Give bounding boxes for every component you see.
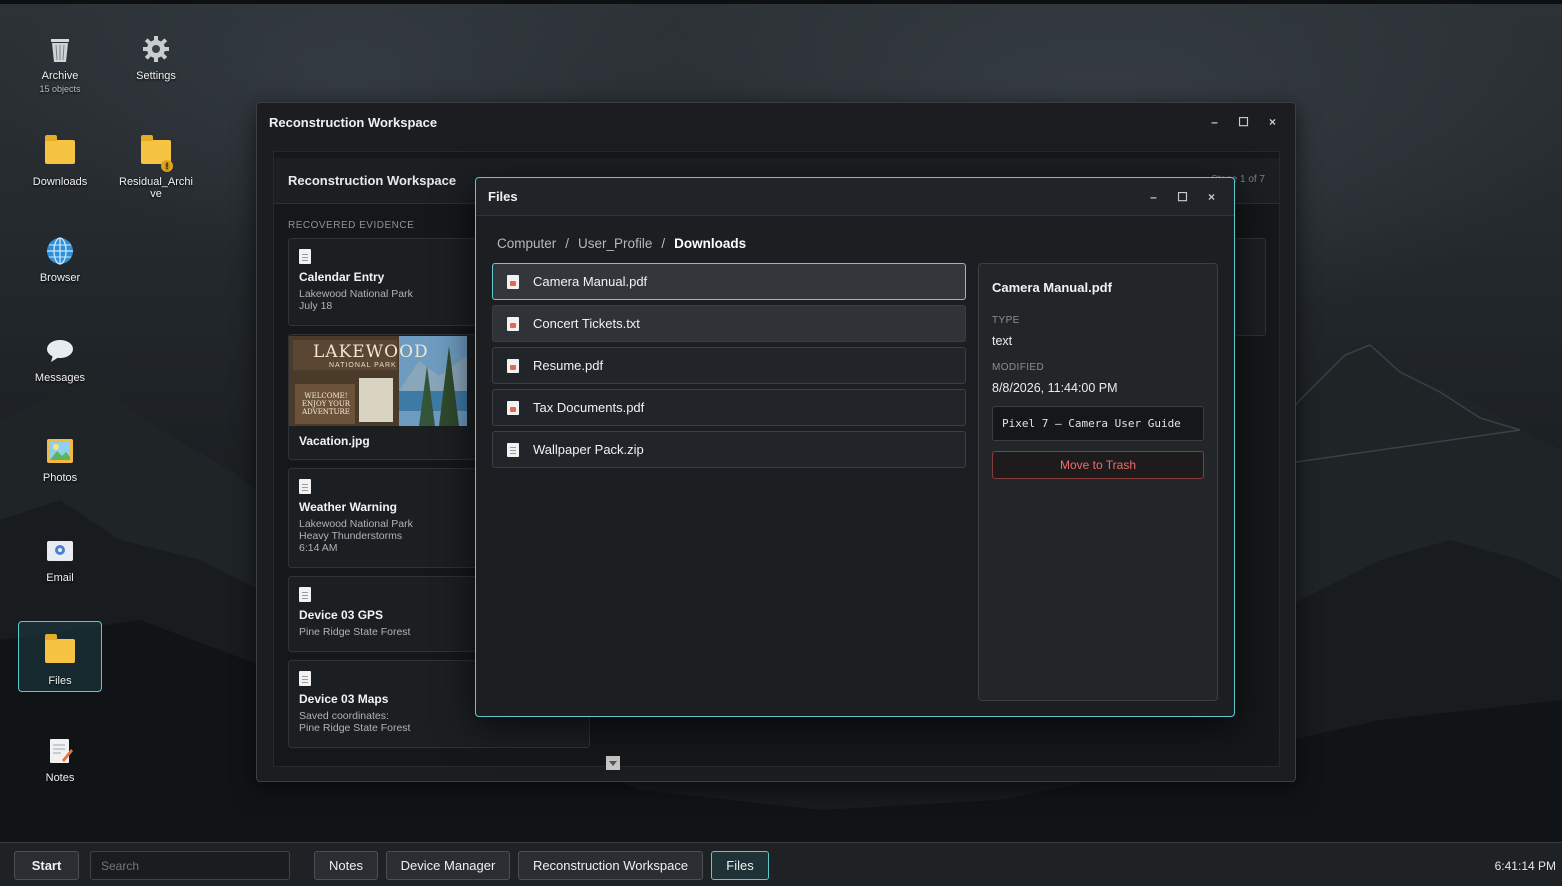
taskbar-app-device-manager[interactable]: Device Manager — [386, 851, 510, 880]
file-detail-panel: Camera Manual.pdf TYPE text MODIFIED 8/8… — [978, 263, 1218, 701]
desktop-icon-photos[interactable]: Photos — [18, 436, 102, 484]
files-window[interactable]: Files – ☐ × Computer / User_Profile / Downlo… — [475, 177, 1235, 717]
desktop-icon-notes[interactable]: Notes — [18, 736, 102, 784]
detail-modified-label: MODIFIED — [992, 362, 1045, 373]
document-icon — [299, 671, 311, 686]
taskbar-search-input[interactable] — [90, 851, 290, 880]
folder-icon — [45, 634, 75, 669]
desktop-icon-label: Archive — [41, 70, 79, 82]
pdf-file-icon — [507, 316, 519, 331]
trash-bin-icon — [45, 34, 75, 64]
photo-sign-text: LAKEWOOD — [313, 342, 429, 362]
close-button[interactable]: × — [1258, 115, 1287, 129]
file-item-concert-tickets[interactable]: Concert Tickets.txt — [492, 305, 966, 342]
window-titlebar[interactable]: Reconstruction Workspace – ☐ × — [257, 103, 1295, 141]
pdf-file-icon — [507, 274, 519, 289]
desktop-icon-label: Email — [46, 572, 74, 584]
taskbar-clock: 6:41:14 PM — [1494, 859, 1556, 873]
photo-welcome-text: WELCOME! ENJOY YOUR ADVENTURE — [301, 392, 351, 416]
photo-sign-subtext: NATIONAL PARK — [329, 362, 397, 369]
file-list: Camera Manual.pdf Concert Tickets.txt Re… — [492, 263, 966, 473]
start-button[interactable]: Start — [14, 851, 79, 880]
detail-type-label: TYPE — [992, 315, 1020, 326]
close-button[interactable]: × — [1197, 190, 1226, 204]
folder-icon — [45, 135, 75, 170]
desktop-icon-label: Files — [48, 675, 72, 687]
gear-icon — [141, 34, 171, 64]
vacation-photo: LAKEWOOD NATIONAL PARK WELCOME! ENJOY YO… — [289, 336, 467, 426]
desktop-icon-residual-archive[interactable]: ! Residual_Archive — [114, 135, 198, 200]
evidence-card-partial[interactable]: y — [1229, 238, 1266, 336]
taskbar: Start Notes Device Manager Reconstructio… — [0, 842, 1562, 886]
top-strip — [0, 0, 1562, 4]
file-name: Resume.pdf — [533, 358, 604, 373]
evidence-detail: Pine Ridge State Forest — [299, 722, 411, 734]
taskbar-app-files[interactable]: Files — [711, 851, 769, 880]
desktop-icon-archive[interactable]: Archive 15 objects — [18, 34, 102, 94]
desktop-icon-label: Residual_Archive — [119, 176, 193, 200]
desktop: Archive 15 objects Settings Downloads ! … — [0, 0, 1562, 842]
breadcrumb-item[interactable]: Computer — [497, 236, 556, 251]
move-to-trash-button[interactable]: Move to Trash — [992, 451, 1204, 479]
desktop-icon-label: Settings — [136, 70, 176, 82]
desktop-icon-messages[interactable]: Messages — [18, 336, 102, 384]
minimize-button[interactable]: – — [1139, 190, 1168, 204]
desktop-icon-label: Photos — [42, 472, 78, 484]
desktop-icon-label: Notes — [45, 772, 75, 784]
email-icon — [45, 536, 75, 566]
file-item-camera-manual[interactable]: Camera Manual.pdf — [492, 263, 966, 300]
workspace-title: Reconstruction Workspace — [288, 173, 457, 188]
window-title: Reconstruction Workspace — [269, 114, 438, 130]
maximize-button[interactable]: ☐ — [1168, 190, 1197, 204]
desktop-icon-sublabel: 15 objects — [39, 84, 81, 94]
document-file-icon — [507, 442, 519, 457]
desktop-icon-downloads[interactable]: Downloads — [18, 135, 102, 188]
file-name: Concert Tickets.txt — [533, 316, 640, 331]
file-name: Tax Documents.pdf — [533, 400, 645, 415]
taskbar-app-reconstruction-workspace[interactable]: Reconstruction Workspace — [518, 851, 703, 880]
taskbar-app-notes[interactable]: Notes — [314, 851, 378, 880]
breadcrumb-current: Downloads — [674, 236, 747, 251]
file-name: Camera Manual.pdf — [533, 274, 648, 289]
breadcrumb: Computer / User_Profile / Downloads — [497, 236, 747, 251]
window-controls: – ☐ × — [1200, 103, 1287, 141]
photo-icon — [45, 436, 75, 466]
pdf-file-icon — [507, 358, 519, 373]
window-controls: – ☐ × — [1139, 178, 1226, 215]
minimize-button[interactable]: – — [1200, 115, 1229, 129]
breadcrumb-item[interactable]: User_Profile — [578, 236, 652, 251]
folder-warning-icon: ! — [141, 135, 173, 172]
window-titlebar[interactable]: Files – ☐ × — [476, 178, 1234, 216]
window-title: Files — [488, 189, 518, 204]
notes-icon — [45, 736, 75, 766]
desktop-icon-label: Downloads — [32, 176, 88, 188]
file-item-wallpaper-pack[interactable]: Wallpaper Pack.zip — [492, 431, 966, 468]
detail-title: Camera Manual.pdf — [992, 280, 1112, 295]
globe-icon — [45, 236, 75, 266]
detail-modified-value: 8/8/2026, 11:44:00 PM — [992, 381, 1118, 395]
scrollbar-down-arrow[interactable] — [606, 756, 620, 770]
file-item-tax-documents[interactable]: Tax Documents.pdf — [492, 389, 966, 426]
desktop-icon-files[interactable]: Files — [18, 621, 102, 692]
file-item-resume[interactable]: Resume.pdf — [492, 347, 966, 384]
pdf-file-icon — [507, 400, 519, 415]
chat-bubble-icon — [45, 336, 75, 366]
desktop-icon-label: Browser — [39, 272, 81, 284]
desktop-icon-browser[interactable]: Browser — [18, 236, 102, 284]
file-name: Wallpaper Pack.zip — [533, 442, 644, 457]
document-icon — [299, 587, 311, 602]
desktop-icon-email[interactable]: Email — [18, 536, 102, 584]
document-icon — [299, 479, 311, 494]
document-icon — [299, 249, 311, 264]
desktop-icon-settings[interactable]: Settings — [114, 34, 198, 82]
desktop-icon-label: Messages — [34, 372, 86, 384]
detail-description: Pixel 7 — Camera User Guide — [992, 406, 1204, 441]
detail-type-value: text — [992, 334, 1013, 348]
maximize-button[interactable]: ☐ — [1229, 115, 1258, 129]
